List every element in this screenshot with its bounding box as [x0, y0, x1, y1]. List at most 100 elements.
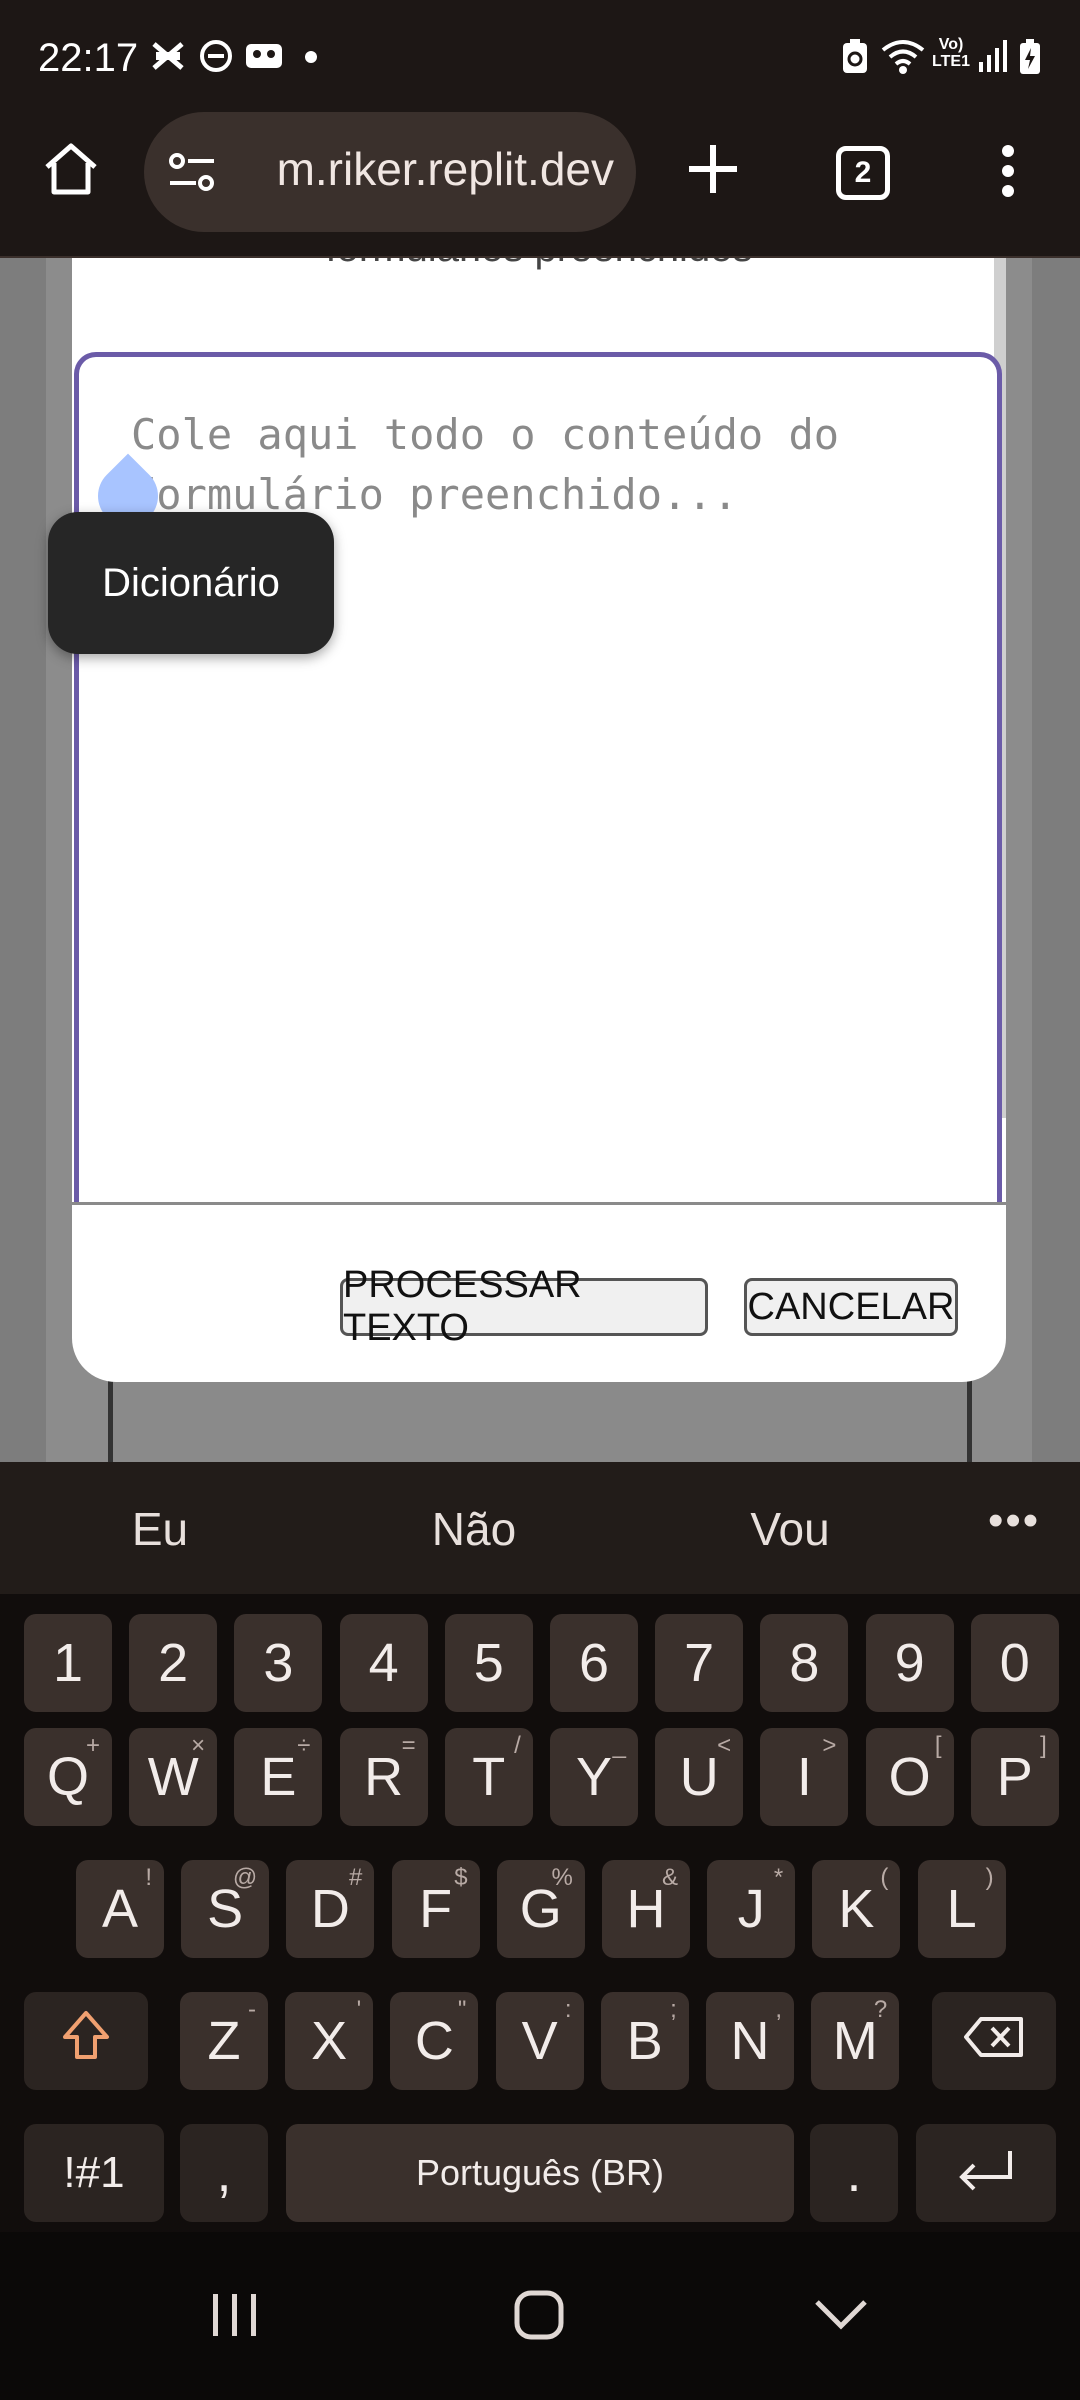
form-content-textarea[interactable]: Cole aqui todo o conteúdo do formulário …	[74, 352, 1002, 1202]
key-o[interactable]: O[	[865, 1728, 954, 1826]
key-n[interactable]: N,	[706, 1992, 794, 2090]
key-e-label: E	[260, 1747, 297, 1807]
key-h[interactable]: H &	[602, 1860, 690, 1958]
signal-icon	[978, 38, 1008, 74]
key-y-label: Y	[575, 1747, 613, 1807]
key-m[interactable]: M?	[811, 1992, 900, 2090]
key-k[interactable]: K(	[812, 1860, 901, 1958]
paste-form-dialog: formulários preenchidos Cole aqui todo o…	[72, 258, 1006, 1382]
suggestions-more-button[interactable]: •••	[988, 1496, 1040, 1546]
key-v[interactable]: V:	[495, 1992, 584, 2090]
comma-key[interactable]: ,	[180, 2124, 268, 2222]
period-key[interactable]: .	[810, 2124, 898, 2222]
key-0[interactable]: 0	[970, 1614, 1059, 1712]
key-1-label: 1	[52, 1633, 84, 1693]
home-icon	[42, 141, 100, 202]
key-i[interactable]: I >	[760, 1728, 849, 1826]
home-nav-button[interactable]	[504, 2282, 574, 2352]
suggestion-1[interactable]: Eu	[60, 1502, 260, 1556]
chevron-down-icon	[813, 2298, 869, 2337]
key-w[interactable]: W ×	[129, 1728, 218, 1826]
key-v-hint: :	[564, 1996, 572, 2023]
more-icon	[1000, 143, 1016, 204]
status-bar: 22:17 Vo) LTE1	[0, 0, 1080, 120]
key-f-hint: $	[454, 1864, 468, 1891]
key-c[interactable]: C "	[390, 1992, 479, 2090]
key-2[interactable]: 2	[129, 1614, 218, 1712]
key-a[interactable]: A!	[76, 1860, 164, 1958]
more-menu-button[interactable]	[988, 140, 1028, 206]
key-z-label: Z	[207, 2011, 241, 2071]
key-p-hint: ]	[1040, 1732, 1047, 1759]
recent-apps-button[interactable]	[200, 2282, 270, 2352]
key-l-label: L	[946, 1879, 977, 1939]
key-q[interactable]: Q +	[24, 1728, 112, 1826]
new-tab-icon	[687, 143, 739, 200]
comma-key-label: ,	[216, 2143, 232, 2203]
key-x-hint: '	[356, 1996, 362, 2023]
backspace-key[interactable]	[932, 1992, 1056, 2090]
key-u-hint: <	[717, 1732, 732, 1759]
key-g[interactable]: G%	[496, 1860, 585, 1958]
key-5[interactable]: 5	[444, 1614, 533, 1712]
recent-apps-icon	[209, 2290, 261, 2345]
suggestion-2[interactable]: Não	[374, 1502, 574, 1556]
symbols-key[interactable]: !#1	[24, 2124, 164, 2222]
key-9[interactable]: 9	[865, 1614, 954, 1712]
key-j[interactable]: J *	[707, 1860, 796, 1958]
key-d-label: D	[310, 1879, 350, 1939]
url-bar[interactable]: m.riker.replit.dev	[144, 112, 636, 232]
key-l[interactable]: L)	[917, 1860, 1006, 1958]
space-key[interactable]: Português (BR)	[286, 2124, 794, 2222]
key-1[interactable]: 1	[24, 1614, 112, 1712]
key-k-hint: (	[880, 1864, 889, 1891]
key-d[interactable]: D #	[286, 1860, 375, 1958]
key-e-hint: ÷	[297, 1732, 311, 1759]
key-t[interactable]: T /	[444, 1728, 533, 1826]
key-m-hint: ?	[873, 1996, 888, 2023]
key-3[interactable]: 3	[234, 1614, 323, 1712]
key-r[interactable]: R =	[339, 1728, 428, 1826]
process-text-button[interactable]: PROCESSAR TEXTO	[340, 1264, 708, 1349]
key-q-hint: +	[85, 1732, 100, 1759]
key-o-hint: [	[934, 1732, 942, 1759]
key-g-hint: %	[551, 1864, 573, 1891]
do-not-disturb-icon	[198, 38, 234, 74]
tab-switcher-button[interactable]: 2	[836, 146, 890, 200]
new-tab-button[interactable]	[682, 140, 744, 202]
key-u[interactable]: U <	[655, 1728, 744, 1826]
key-0-label: 0	[999, 1633, 1030, 1693]
dictionary-popup-button[interactable]: Dicionário	[48, 512, 334, 654]
key-l-hint: )	[985, 1864, 994, 1891]
key-6-label: 6	[578, 1633, 610, 1693]
key-4[interactable]: 4	[339, 1614, 428, 1712]
shift-icon	[61, 2009, 111, 2074]
key-b[interactable]: B;	[600, 1992, 689, 2090]
key-s[interactable]: S @	[181, 1860, 270, 1958]
key-7[interactable]: 7	[655, 1614, 744, 1712]
key-y[interactable]: Y _	[550, 1728, 638, 1826]
volte-label: Vo) LTE1	[932, 36, 970, 70]
period-key-label: .	[846, 2143, 862, 2203]
key-b-hint: ;	[670, 1996, 677, 2023]
key-p[interactable]: P]	[970, 1728, 1059, 1826]
dot-icon	[304, 50, 318, 64]
key-e[interactable]: E ÷	[234, 1728, 323, 1826]
recycle-battery-icon	[840, 38, 870, 76]
hide-keyboard-button[interactable]	[806, 2282, 876, 2352]
key-z[interactable]: Z-	[180, 1992, 268, 2090]
volte-icon: Vo) LTE1	[930, 36, 972, 70]
key-f[interactable]: F $	[391, 1860, 480, 1958]
textarea-placeholder: Cole aqui todo o conteúdo do formulário …	[131, 410, 865, 519]
key-x[interactable]: X '	[285, 1992, 374, 2090]
notification-x-icon	[150, 38, 186, 74]
key-6[interactable]: 6	[550, 1614, 638, 1712]
key-8[interactable]: 8	[760, 1614, 849, 1712]
key-r-label: R	[364, 1747, 404, 1807]
enter-key[interactable]	[916, 2124, 1056, 2222]
cancel-button[interactable]: CANCELAR	[744, 1278, 958, 1336]
shift-key[interactable]	[24, 1992, 148, 2090]
key-j-hint: *	[773, 1864, 784, 1891]
home-button[interactable]	[36, 136, 106, 206]
suggestion-3[interactable]: Vou	[690, 1502, 890, 1556]
